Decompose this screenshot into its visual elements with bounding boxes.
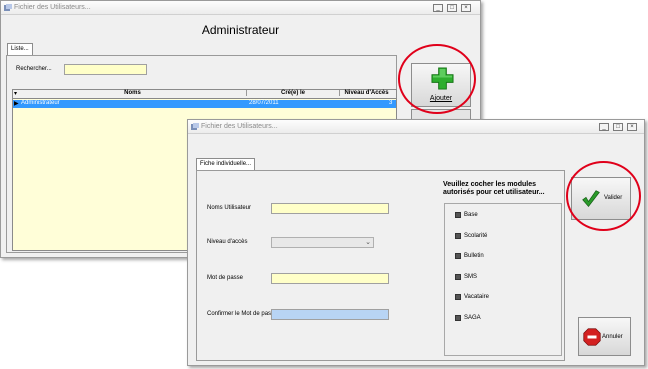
password-label: Mot de passe <box>207 275 244 281</box>
username-label: Noms Utilisateur <box>207 205 252 211</box>
maximize-button[interactable]: □ <box>613 123 623 131</box>
user-form-titlebar[interactable]: Fichier des Utilisateurs... _ □ × <box>188 120 644 134</box>
col-header-names[interactable]: Noms <box>19 90 247 96</box>
maximize-button[interactable]: □ <box>447 4 457 12</box>
close-button[interactable]: × <box>627 123 637 131</box>
username-field[interactable] <box>271 203 389 214</box>
confirm-password-label: Confirmer le Mot de passe <box>207 311 278 317</box>
tab-liste[interactable]: Liste... <box>7 43 33 55</box>
cancel-button-label: Annuler <box>602 334 623 340</box>
checkbox-icon <box>455 294 461 300</box>
checkbox-icon <box>455 274 461 280</box>
tab-fiche-individuelle[interactable]: Fiche individuelle... <box>196 158 256 170</box>
user-list-titlebar[interactable]: Fichier des Utilisateurs... _ □ × <box>1 1 480 15</box>
search-input[interactable] <box>64 64 147 75</box>
cancel-icon <box>583 328 601 346</box>
checkbox-icon <box>455 233 461 239</box>
app-icon <box>4 4 12 11</box>
access-level-label: Niveau d'accès <box>207 239 248 245</box>
modules-box: Base Scolarité Bulletin SMS Vacataire SA… <box>444 203 562 356</box>
confirm-password-field[interactable] <box>271 309 389 320</box>
col-header-date[interactable]: Cré(e) le <box>247 90 340 96</box>
highlight-circle-add <box>398 44 476 114</box>
highlight-circle-validate <box>566 161 641 231</box>
app-icon <box>191 123 199 130</box>
user-form-window: Fichier des Utilisateurs... _ □ × Fiche … <box>187 119 645 366</box>
row-indicator-header: ▾ <box>14 91 18 97</box>
row-pointer-icon: ▶ <box>14 101 19 107</box>
table-row[interactable]: ▶ Administrateur 28/07/2011 3 <box>13 100 396 108</box>
checkbox-icon <box>455 315 461 321</box>
close-button[interactable]: × <box>461 4 471 12</box>
window-title: Fichier des Utilisateurs... <box>14 4 91 11</box>
chevron-down-icon: ⌄ <box>365 239 371 246</box>
cell-date: 28/07/2011 <box>249 100 279 106</box>
col-header-level[interactable]: Niveau d'Accès <box>340 90 393 96</box>
search-label: Rechercher... <box>16 66 52 72</box>
page-heading: Administrateur <box>201 23 280 37</box>
window-title: Fichier des Utilisateurs... <box>201 123 278 130</box>
minimize-button[interactable]: _ <box>433 4 443 12</box>
access-level-select[interactable]: ⌄ <box>271 237 374 248</box>
table-header: ▾ Noms Cré(e) le Niveau d'Accès <box>13 90 396 99</box>
modules-heading: Veuillez cocher les modules autorisés po… <box>443 181 545 196</box>
cancel-button[interactable]: Annuler <box>578 317 631 356</box>
checkbox-icon <box>455 212 461 218</box>
password-field[interactable] <box>271 273 389 284</box>
cell-level: 3 <box>389 100 393 106</box>
checkbox-icon <box>455 253 461 259</box>
form-panel: Noms Utilisateur Niveau d'accès ⌄ Mot de… <box>196 170 565 361</box>
minimize-button[interactable]: _ <box>599 123 609 131</box>
cell-name: Administrateur <box>21 100 60 106</box>
